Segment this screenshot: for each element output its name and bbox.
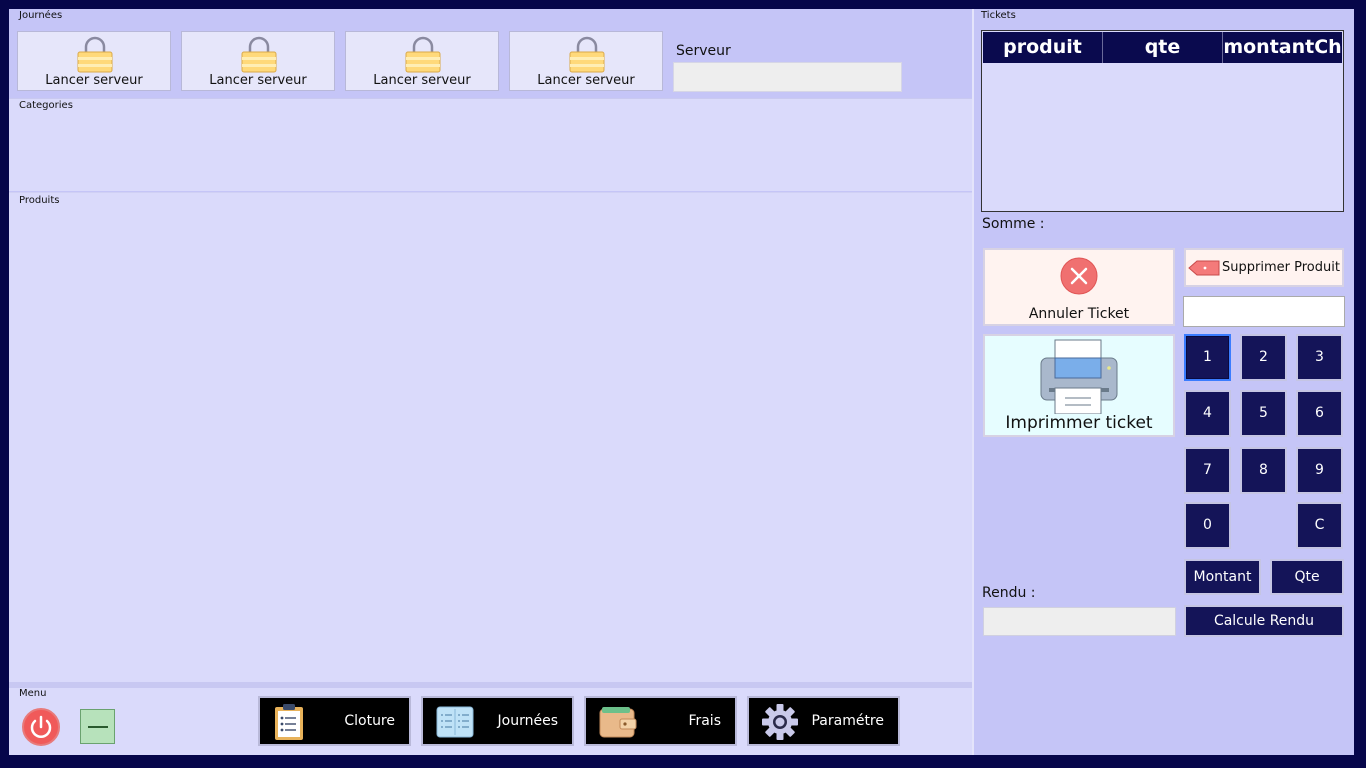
column-header-montant[interactable]: montantCh [1223, 32, 1342, 63]
imprimer-ticket-label: Imprimmer ticket [1005, 413, 1153, 433]
cloture-button[interactable]: Cloture [258, 696, 411, 746]
montant-button[interactable]: Montant [1184, 559, 1261, 595]
keypad-0-button[interactable]: 0 [1184, 502, 1231, 549]
left-panel: Journées Lancer serveur Lancer serveur L… [9, 9, 972, 755]
right-panel: Tickets produit qte montantCh Somme : An… [974, 9, 1354, 755]
keypad-clear-button[interactable]: C [1296, 502, 1343, 549]
cloture-label: Cloture [344, 713, 395, 729]
annuler-ticket-button[interactable]: Annuler Ticket [983, 248, 1175, 326]
qte-button[interactable]: Qte [1270, 559, 1344, 595]
serveur-input[interactable] [673, 62, 902, 92]
keypad-2-button[interactable]: 2 [1240, 334, 1287, 381]
categories-group: Categories [9, 98, 972, 191]
supprimer-produit-label: Supprimer Produit [1222, 260, 1340, 275]
somme-label: Somme : [982, 216, 1045, 232]
lancer-serveur-label: Lancer serveur [537, 73, 635, 88]
lancer-serveur-label: Lancer serveur [373, 73, 471, 88]
keypad-5-button[interactable]: 5 [1240, 390, 1287, 437]
rendu-input[interactable] [983, 607, 1176, 636]
parametre-label: Paramétre [811, 713, 884, 729]
lock-icon [405, 36, 441, 73]
frais-label: Frais [688, 713, 721, 729]
menu-title: Menu [19, 688, 47, 699]
lancer-serveur-button-2[interactable]: Lancer serveur [181, 31, 335, 91]
calcule-rendu-button[interactable]: Calcule Rendu [1184, 605, 1344, 637]
power-button[interactable] [22, 708, 60, 746]
minimize-icon [88, 726, 108, 728]
journees-label: Journées [497, 713, 558, 729]
main-window: Journées Lancer serveur Lancer serveur L… [9, 9, 1354, 755]
list-icon [436, 706, 474, 738]
power-icon [30, 715, 52, 738]
cancel-icon [1060, 257, 1098, 295]
keypad-6-button[interactable]: 6 [1296, 390, 1343, 437]
minimize-button[interactable] [80, 709, 115, 744]
annuler-ticket-label: Annuler Ticket [1028, 306, 1130, 322]
keypad-3-button[interactable]: 3 [1296, 334, 1343, 381]
journees-button[interactable]: Journées [421, 696, 574, 746]
clipboard-icon [275, 704, 303, 740]
rendu-label: Rendu : [982, 585, 1036, 601]
lancer-serveur-button-3[interactable]: Lancer serveur [345, 31, 499, 91]
tickets-title: Tickets [981, 10, 1016, 21]
keypad-8-button[interactable]: 8 [1240, 447, 1287, 494]
parametre-button[interactable]: Paramétre [747, 696, 900, 746]
gear-icon [762, 704, 798, 740]
keypad-7-button[interactable]: 7 [1184, 447, 1231, 494]
lancer-serveur-label: Lancer serveur [209, 73, 307, 88]
produits-group: Produits [9, 192, 972, 682]
imprimer-ticket-button[interactable]: Imprimmer ticket [983, 334, 1175, 437]
lock-icon [77, 36, 113, 73]
tag-icon [1188, 260, 1220, 276]
journees-group: Journées Lancer serveur Lancer serveur L… [9, 9, 972, 97]
lancer-serveur-label: Lancer serveur [45, 73, 143, 88]
supprimer-input[interactable] [1183, 296, 1345, 327]
keypad-4-button[interactable]: 4 [1184, 390, 1231, 437]
keypad-9-button[interactable]: 9 [1296, 447, 1343, 494]
lancer-serveur-button-4[interactable]: Lancer serveur [509, 31, 663, 91]
frais-button[interactable]: Frais [584, 696, 737, 746]
lancer-serveur-button-1[interactable]: Lancer serveur [17, 31, 171, 91]
lock-icon [569, 36, 605, 73]
lock-icon [241, 36, 277, 73]
column-header-produit[interactable]: produit [983, 32, 1103, 63]
tickets-header-row: produit qte montantCh [983, 32, 1342, 63]
keypad-1-button[interactable]: 1 [1184, 334, 1231, 381]
column-header-qte[interactable]: qte [1103, 32, 1223, 63]
wallet-icon [599, 707, 637, 738]
printer-icon [1040, 339, 1118, 414]
tickets-table[interactable]: produit qte montantCh [981, 30, 1344, 212]
supprimer-produit-button[interactable]: Supprimer Produit [1184, 248, 1344, 287]
produits-title: Produits [19, 195, 60, 206]
journees-title: Journées [19, 10, 63, 21]
serveur-label: Serveur [676, 43, 731, 59]
categories-title: Categories [19, 100, 73, 111]
